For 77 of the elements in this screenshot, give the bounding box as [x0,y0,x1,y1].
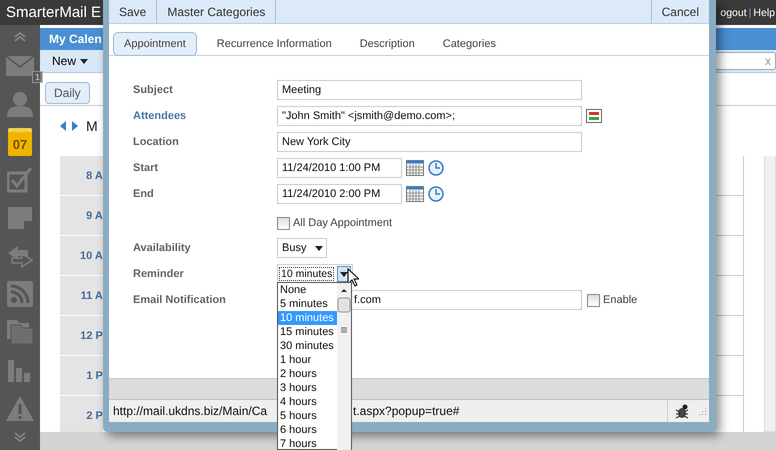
bar-chart-icon[interactable] [7,358,33,382]
tab[interactable]: Recurrence Information [202,32,346,56]
dropdown-option[interactable]: 1 hour [278,353,337,367]
status-url: http://mail.ukdns.biz/Main/Ca [113,404,268,418]
clock-icon[interactable] [428,160,444,176]
field-label: Start [133,162,158,174]
time-label: 8 A [86,170,103,182]
calendar-grid-icon[interactable] [406,186,424,202]
date-field[interactable]: 11/24/2010 1:00 PM [277,158,402,178]
date-heading: M [86,118,98,134]
toolbar-button[interactable]: Master Categories [157,0,276,23]
checkbox[interactable] [587,294,600,306]
field-label: Email Notification [133,294,226,306]
dropdown-option[interactable]: 7 hours [278,437,337,450]
checkbox-label: Enable [603,294,638,306]
input-field[interactable]: "John Smith" <jsmith@demo.com>; [277,106,582,126]
chevrons-down-icon[interactable] [13,432,27,442]
time-label: 12 P [80,330,103,342]
dropdown[interactable]: Busy [277,238,327,258]
time-label: 1 P [86,370,103,382]
dropdown-option[interactable]: 30 minutes [278,339,337,353]
calendar-grid-icon[interactable] [406,160,424,176]
checkbox-label: All Day Appointment [293,217,392,229]
dropdown-option[interactable]: 6 hours [278,423,337,437]
header-link[interactable]: Help [753,6,775,18]
caret-icon [315,246,323,250]
rss-icon[interactable] [7,281,33,307]
dropdown-option[interactable]: 5 minutes [278,297,337,311]
clock-icon[interactable] [428,186,444,202]
tab[interactable]: Description [346,32,429,56]
dropdown-option[interactable]: 15 minutes [278,325,337,339]
scrollbar[interactable] [764,156,776,432]
time-label: 2 P [86,410,103,422]
dropdown-option[interactable]: 5 hours [278,409,337,423]
next-icon [72,121,78,131]
chevrons-up-icon[interactable] [13,32,27,42]
header-link[interactable]: ogout [720,6,747,18]
app-title: SmarterMail E [6,4,102,21]
address-book-icon[interactable] [586,109,602,123]
note-icon[interactable] [7,206,33,230]
field-label: Availability [133,242,191,254]
field-label: Reminder [133,268,184,280]
field-label: Subject [133,84,173,96]
toolbar-button[interactable]: Save [109,0,158,23]
previous-icon [60,121,66,131]
bug-icon [674,403,690,419]
toolbar-button[interactable]: Cancel [650,0,709,23]
time-label: 9 A [86,210,103,222]
date-field[interactable]: 11/24/2010 2:00 PM [277,184,402,204]
status-url: t.aspx?popup=true# [353,404,460,418]
dropdown-option[interactable]: 2 hours [278,367,337,381]
person-icon[interactable] [6,91,34,117]
caret-icon [80,58,88,64]
link-separator: | [748,6,752,18]
checkbox-icon[interactable] [7,167,33,193]
new-button[interactable]: New [48,54,92,68]
field-label: End [133,188,154,200]
dropdown-option[interactable]: 3 hours [278,381,337,395]
resize-grip-icon [697,406,707,416]
field-link[interactable]: Attendees [133,110,186,122]
field-label: Location [133,136,179,148]
tab[interactable]: Appointment [113,32,197,56]
envelope-icon[interactable] [5,55,35,77]
time-label: 10 A [80,250,103,262]
unread-badge: 1 [32,71,43,83]
input-field[interactable]: Meeting [277,80,582,100]
calendar-icon[interactable]: 07 [8,128,32,156]
dropdown-option[interactable]: 4 hours [278,395,337,409]
checkbox[interactable] [277,216,290,230]
view-tab[interactable]: Daily [45,82,90,104]
warning-icon[interactable] [5,395,35,421]
caret-icon [340,272,348,276]
folders-icon[interactable] [6,319,34,345]
tab[interactable]: Categories [428,32,510,56]
arrows-icon[interactable] [6,244,34,268]
time-label: 11 A [80,290,103,302]
input-field[interactable]: New York City [277,132,582,152]
